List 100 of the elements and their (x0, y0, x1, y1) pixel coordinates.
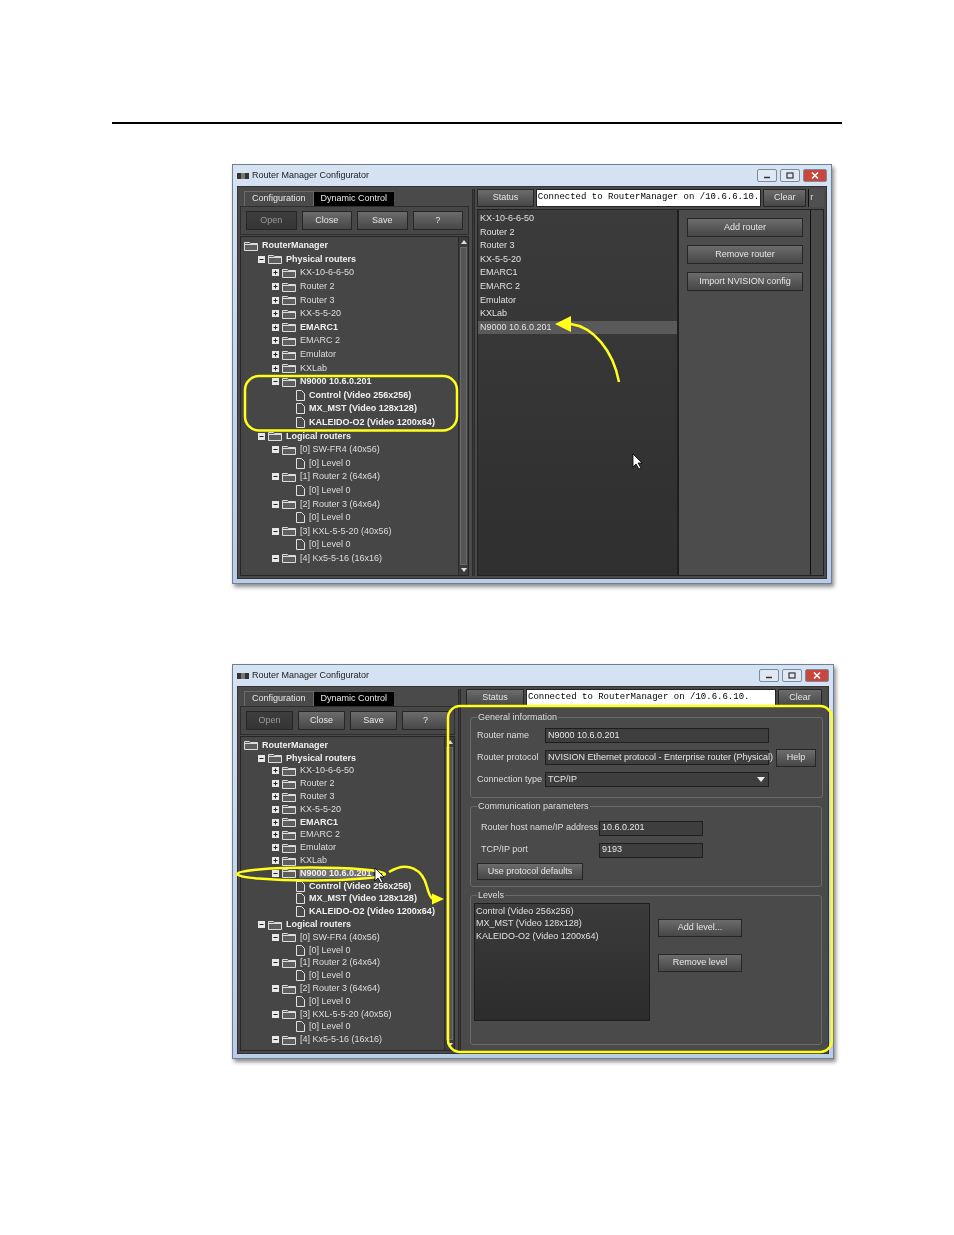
collapse-icon[interactable] (272, 1010, 279, 1018)
tree-item[interactable]: EMARC1 (299, 322, 339, 332)
tree-item[interactable]: Physical routers (285, 753, 358, 763)
expand-icon[interactable] (272, 857, 279, 865)
collapse-icon[interactable] (258, 432, 265, 440)
tree-item[interactable]: [1] Router 2 (64x64) (299, 472, 382, 482)
collapse-icon[interactable] (272, 473, 279, 481)
tab[interactable]: Configuration (244, 691, 314, 706)
tree-item[interactable]: N9000 10.6.0.201 (299, 868, 373, 878)
collapse-icon[interactable] (272, 378, 279, 386)
collapse-icon[interactable] (272, 554, 279, 562)
tree-item[interactable]: KX-5-5-20 (299, 804, 343, 814)
tree-item[interactable]: Physical routers (285, 254, 358, 264)
tree-item[interactable]: MX_MST (Video 128x128) (308, 894, 418, 904)
tree-item[interactable]: Emulator (299, 843, 337, 853)
expand-icon[interactable] (272, 844, 279, 852)
close-icon[interactable] (811, 172, 819, 179)
toolbar-button[interactable]: Close (301, 211, 352, 230)
clear-button[interactable]: Clear (763, 189, 807, 207)
minimize-button[interactable] (757, 169, 777, 182)
list-item[interactable]: Router 2 (478, 225, 677, 240)
list-item[interactable]: Control (Video 256x256) (475, 904, 649, 917)
tree-item[interactable]: [0] SW-FR4 (40x56) (299, 445, 381, 455)
expand-icon[interactable] (272, 269, 279, 277)
tree-item[interactable]: [0] Level 0 (308, 486, 352, 495)
tree-item[interactable]: Router 2 (299, 779, 336, 789)
collapse-icon[interactable] (272, 985, 279, 993)
action-button[interactable]: Add router (687, 218, 803, 237)
tree-item[interactable]: [3] KXL-5-5-20 (40x56) (299, 1009, 393, 1019)
tree-item[interactable]: EMARC 2 (299, 830, 341, 840)
expand-icon[interactable] (272, 818, 279, 826)
expand-icon[interactable] (272, 351, 279, 359)
collapse-icon[interactable] (258, 921, 265, 929)
tree-item[interactable]: N9000 10.6.0.201 (299, 377, 373, 387)
list-item[interactable]: Router 3 (478, 239, 677, 253)
tree-item[interactable]: RouterManager (261, 740, 329, 750)
tab[interactable]: Configuration (244, 191, 314, 206)
list-item[interactable]: N9000 10.6.0.201 (478, 320, 677, 335)
list-item[interactable]: KX-10-6-6-50 (478, 212, 677, 226)
close-icon[interactable] (813, 672, 821, 679)
tree-item[interactable]: RouterManager (261, 241, 329, 251)
expand-icon[interactable] (272, 323, 279, 331)
tree-item[interactable]: [2] Router 3 (64x64) (299, 499, 382, 509)
level-button[interactable]: Add level... (658, 918, 742, 937)
scrollbar[interactable] (458, 237, 468, 575)
action-button[interactable]: Remove router (687, 245, 803, 264)
maximize-icon[interactable] (786, 172, 794, 179)
protocol-defaults-button[interactable]: Use protocol defaults (477, 863, 583, 880)
tree-item[interactable]: [0] Level 0 (308, 996, 352, 1006)
collapse-icon[interactable] (258, 255, 265, 263)
input-field[interactable]: 10.6.0.201 (599, 820, 703, 836)
tree-item[interactable]: Control (Video 256x256) (308, 390, 413, 400)
tree-item[interactable]: [3] KXL-5-5-20 (40x56) (299, 526, 393, 536)
tree-item[interactable]: [0] SW-FR4 (40x56) (299, 932, 381, 942)
toolbar-button[interactable]: ? (402, 711, 449, 730)
expand-icon[interactable] (272, 805, 279, 813)
maximize-icon[interactable] (788, 672, 796, 679)
expand-icon[interactable] (272, 283, 279, 291)
tree-item[interactable]: [0] Level 0 (308, 513, 352, 523)
tree-item[interactable]: [1] Router 2 (64x64) (299, 958, 382, 968)
list-item[interactable]: KALEIDO-O2 (Video 1200x64) (475, 929, 649, 942)
tree-item[interactable]: Logical routers (285, 920, 352, 930)
collapse-icon[interactable] (258, 754, 265, 762)
tree-item[interactable]: Router 3 (299, 295, 336, 305)
tree-item[interactable]: Logical routers (285, 431, 352, 441)
maximize-button[interactable] (780, 169, 800, 182)
expand-icon[interactable] (272, 310, 279, 318)
tree-item[interactable]: Router 2 (299, 282, 336, 292)
collapse-icon[interactable] (272, 446, 279, 454)
toolbar-button[interactable]: Save (357, 211, 408, 230)
collapse-icon[interactable] (272, 869, 279, 877)
expand-icon[interactable] (272, 296, 279, 304)
toolbar-button[interactable]: ? (412, 211, 463, 230)
tree-item[interactable]: KX-10-6-6-50 (299, 268, 356, 278)
expand-icon[interactable] (272, 337, 279, 345)
expand-icon[interactable] (272, 831, 279, 839)
scrollbar[interactable] (444, 737, 454, 1050)
tree-item[interactable]: Emulator (299, 350, 337, 360)
tree-item[interactable]: [0] Level 0 (308, 458, 352, 468)
tree-item[interactable]: Router 3 (299, 792, 336, 802)
tab[interactable]: Dynamic Control (313, 691, 395, 706)
help-button[interactable]: Help (776, 748, 816, 767)
tree-item[interactable]: KXLab (299, 856, 329, 866)
tree-item[interactable]: [2] Router 3 (64x64) (299, 984, 382, 994)
expand-icon[interactable] (272, 767, 279, 775)
minimize-button[interactable] (759, 669, 779, 682)
tree-item[interactable]: [0] Level 0 (308, 540, 352, 550)
tree-item[interactable]: KX-5-5-20 (299, 309, 343, 319)
dropdown[interactable]: TCP/IP (545, 772, 769, 787)
list-item[interactable]: KX-5-5-20 (478, 252, 677, 267)
expand-icon[interactable] (272, 793, 279, 801)
collapse-icon[interactable] (272, 500, 279, 508)
tree-item[interactable]: [4] Kx5-5-16 (16x16) (299, 553, 384, 563)
collapse-icon[interactable] (272, 959, 279, 967)
close-button[interactable] (805, 669, 829, 682)
input-field[interactable]: 9193 (599, 842, 703, 858)
tree-item[interactable]: [0] Level 0 (308, 1022, 352, 1032)
tree-item[interactable]: EMARC 2 (299, 336, 341, 346)
tree-item[interactable]: KXLab (299, 363, 329, 373)
tree-item[interactable]: KX-10-6-6-50 (299, 766, 356, 776)
